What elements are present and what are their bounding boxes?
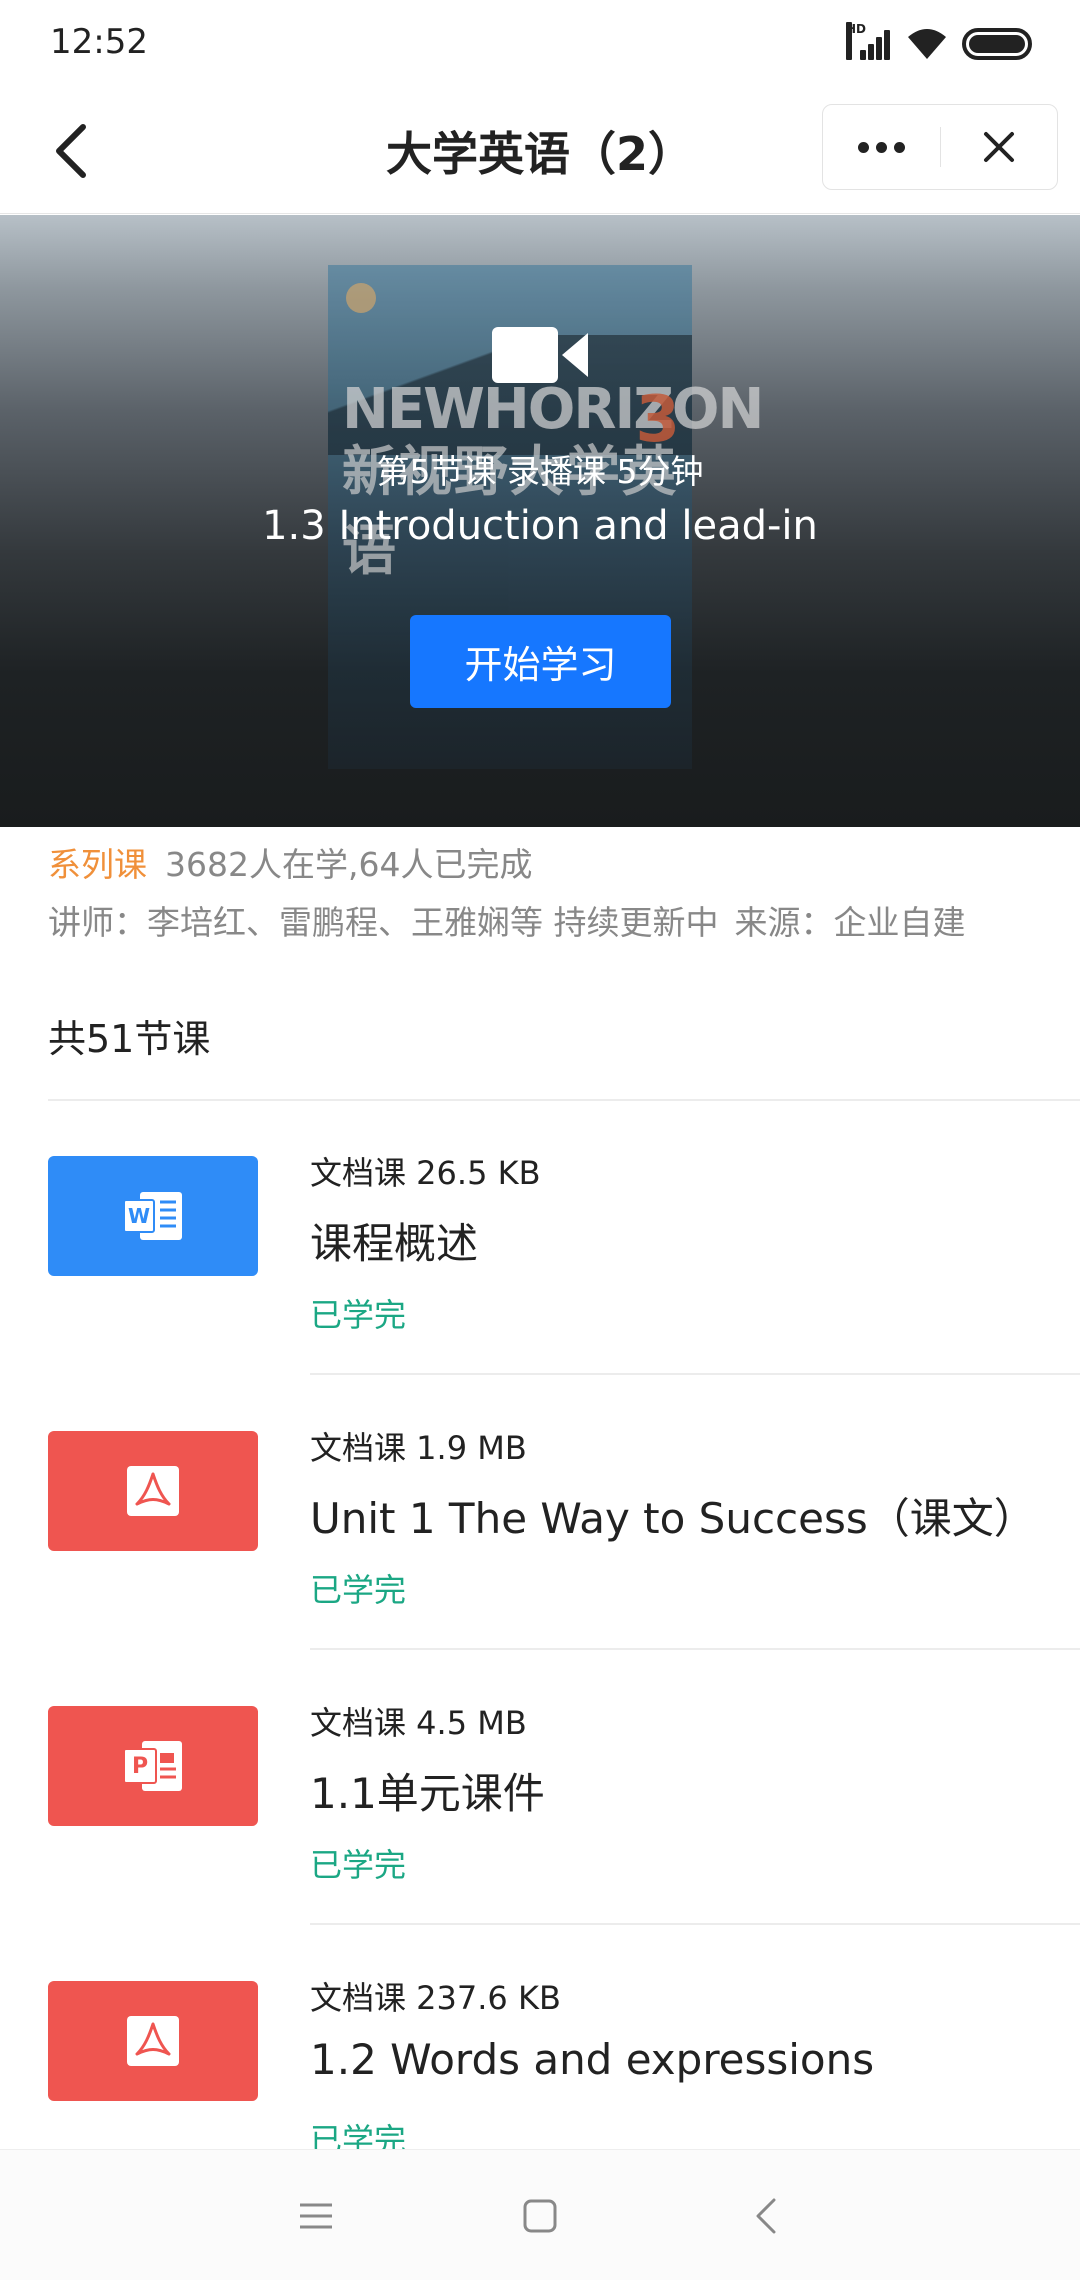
lesson-status: 已学完 bbox=[310, 1846, 407, 1884]
lesson-list: W 文档课 26.5 KB 课程概述 已学完 文档课 1.9 MB Unit 1… bbox=[0, 1100, 1080, 2200]
back-icon bbox=[756, 2198, 776, 2234]
lesson-status: 已学完 bbox=[310, 1296, 407, 1334]
pdf-icon bbox=[127, 2016, 179, 2066]
close-icon bbox=[983, 132, 1014, 162]
home-icon bbox=[523, 2199, 557, 2233]
mini-program-capsule bbox=[822, 104, 1058, 190]
status-time: 12:52 bbox=[50, 22, 148, 62]
lesson-title: Unit 1 The Way to Success（课文） bbox=[310, 1494, 1036, 1543]
lesson-thumbnail: P bbox=[48, 1706, 258, 1826]
nav-header: 大学英语（2） bbox=[0, 88, 1080, 214]
video-hero[interactable]: NEWHORIZON 新视野大学英语 3 第5节课 录播课 5分钟 1.3 In… bbox=[0, 215, 1080, 827]
current-lesson-title: 1.3 Introduction and lead-in bbox=[262, 503, 818, 549]
lesson-thumbnail bbox=[48, 1431, 258, 1551]
svg-text:P: P bbox=[132, 1754, 148, 1779]
start-learning-button[interactable]: 开始学习 bbox=[410, 615, 671, 708]
network-label: HD bbox=[846, 22, 866, 60]
lesson-thumbnail: W bbox=[48, 1156, 258, 1276]
pdf-icon bbox=[127, 1466, 179, 1516]
lesson-title: 1.2 Words and expressions bbox=[310, 2035, 875, 2084]
teachers-info: 讲师：李培红、雷鹏程、王雅娴等 持续更新中 bbox=[48, 903, 719, 942]
source-info: 来源：企业自建 bbox=[734, 903, 966, 942]
battery-icon bbox=[962, 28, 1032, 60]
status-icons: HD bbox=[846, 22, 1032, 64]
lesson-meta: 文档课 4.5 MB bbox=[310, 1704, 527, 1742]
course-meta: 讲师：李培红、雷鹏程、王雅娴等 持续更新中 来源：企业自建 bbox=[48, 896, 966, 944]
ppt-icon: P bbox=[123, 1741, 182, 1791]
signal-icon: HD bbox=[846, 22, 892, 62]
svg-text:W: W bbox=[128, 1204, 150, 1228]
current-lesson-meta: 第5节课 录播课 5分钟 bbox=[376, 452, 704, 491]
lesson-meta: 文档课 26.5 KB bbox=[310, 1154, 541, 1192]
lesson-status: 已学完 bbox=[310, 1571, 407, 1609]
lesson-thumbnail bbox=[48, 1981, 258, 2101]
menu-button[interactable] bbox=[286, 2188, 346, 2244]
course-stats: 系列课 3682人在学,64人已完成 bbox=[48, 838, 532, 886]
lesson-title: 课程概述 bbox=[310, 1219, 479, 1268]
lesson-item[interactable]: P 文档课 4.5 MB 1.1单元课件 已学完 bbox=[0, 1650, 1080, 1925]
lesson-count: 共51节课 bbox=[48, 1017, 211, 1061]
home-button[interactable] bbox=[510, 2188, 570, 2244]
learner-stats: 3682人在学,64人已完成 bbox=[165, 845, 533, 884]
wifi-icon bbox=[908, 29, 946, 59]
series-label: 系列课 bbox=[48, 845, 147, 884]
lesson-item[interactable]: W 文档课 26.5 KB 课程概述 已学完 bbox=[0, 1100, 1080, 1375]
close-button[interactable] bbox=[941, 105, 1058, 189]
menu-icon bbox=[300, 2203, 332, 2229]
lesson-meta: 文档课 237.6 KB bbox=[310, 1979, 561, 2017]
lesson-meta: 文档课 1.9 MB bbox=[310, 1429, 527, 1467]
lesson-item[interactable]: 文档课 1.9 MB Unit 1 The Way to Success（课文）… bbox=[0, 1375, 1080, 1650]
more-button[interactable] bbox=[823, 105, 940, 189]
word-icon: W bbox=[123, 1192, 182, 1240]
more-icon bbox=[857, 141, 905, 153]
video-camera-icon bbox=[492, 327, 588, 383]
status-bar: 12:52 HD bbox=[0, 0, 1080, 88]
system-nav-bar bbox=[0, 2149, 1080, 2280]
system-back-button[interactable] bbox=[736, 2188, 796, 2244]
lesson-title: 1.1单元课件 bbox=[310, 1769, 545, 1818]
